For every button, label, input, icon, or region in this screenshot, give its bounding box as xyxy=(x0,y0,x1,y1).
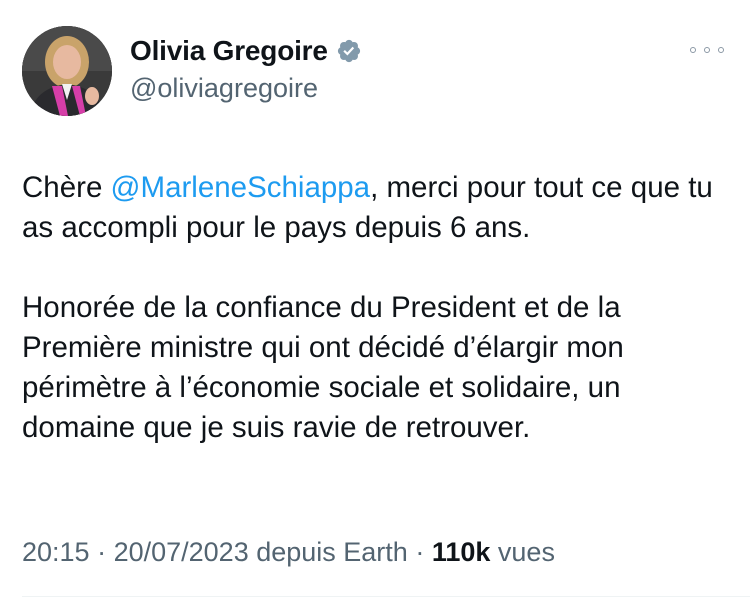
tweet-metadata: 20:15 · 20/07/2023 depuis Earth · 110k v… xyxy=(22,537,555,568)
separator: · xyxy=(89,537,114,567)
tweet-source: depuis Earth xyxy=(248,537,408,567)
tweet-card: Olivia Gregoire @oliviagregoire Chère @M… xyxy=(0,0,750,599)
avatar[interactable] xyxy=(22,26,112,116)
profile-photo xyxy=(22,26,112,116)
divider xyxy=(22,596,750,597)
author-name-row: Olivia Gregoire xyxy=(130,34,362,68)
tweet-paragraph-2: Honorée de la confiance du President et … xyxy=(22,291,624,444)
tweet-text-fragment: Chère xyxy=(22,171,111,204)
dot xyxy=(718,47,724,53)
dot xyxy=(690,47,696,53)
tweet-paragraph-1: Chère @MarleneSchiappa, merci pour tout … xyxy=(22,168,732,248)
tweet-text: Chère @MarleneSchiappa, merci pour tout … xyxy=(22,168,732,448)
author-handle[interactable]: @oliviagregoire xyxy=(130,73,318,104)
views-count[interactable]: 110k xyxy=(432,537,491,567)
verified-badge-icon xyxy=(337,39,360,63)
mention-link[interactable]: @MarleneSchiappa xyxy=(111,171,371,204)
dot xyxy=(704,47,710,53)
tweet-time[interactable]: 20:15 xyxy=(22,537,90,567)
views-label: vues xyxy=(490,537,555,567)
tweet-date[interactable]: 20/07/2023 xyxy=(114,537,249,567)
display-name[interactable]: Olivia Gregoire xyxy=(130,35,328,67)
more-options-icon[interactable] xyxy=(690,38,724,62)
separator: · xyxy=(407,537,432,567)
